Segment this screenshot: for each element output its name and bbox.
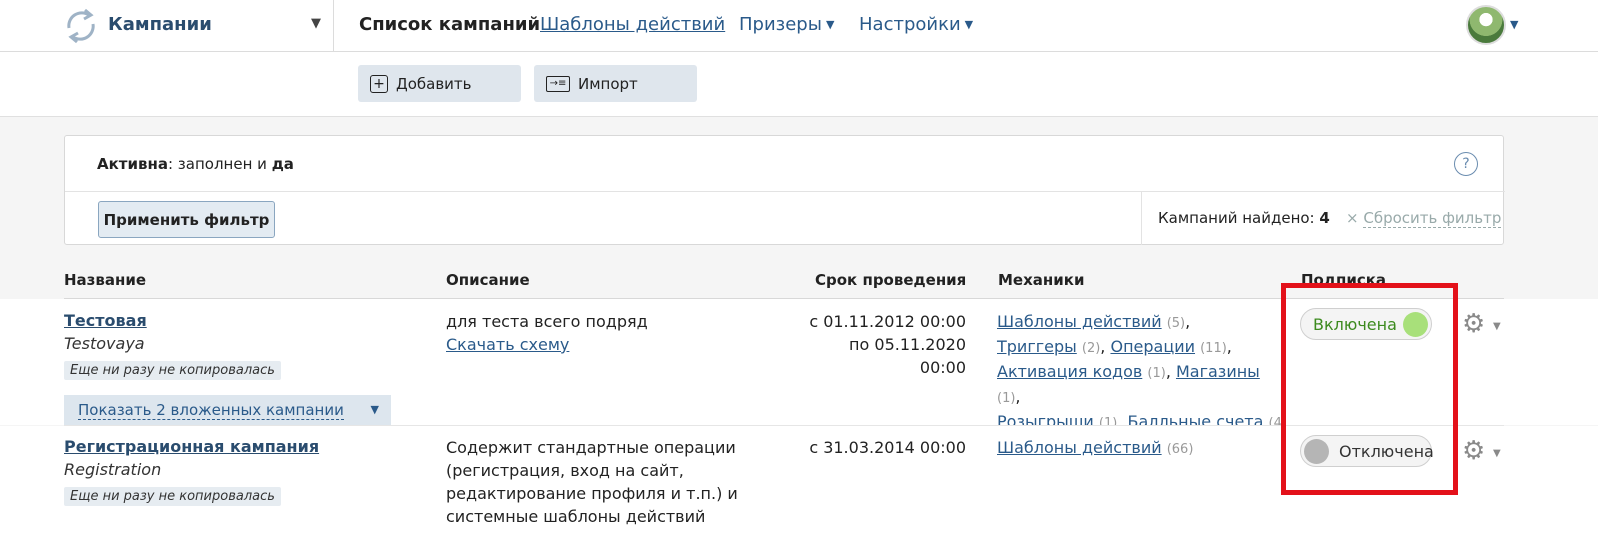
column-header-mechanics: Механики: [998, 271, 1085, 289]
filter-divider: [65, 191, 1505, 192]
campaigns-logo-icon[interactable]: [63, 6, 99, 46]
column-header-name[interactable]: Название: [64, 271, 146, 289]
nav-action-templates[interactable]: Шаблоны действий: [540, 14, 725, 35]
copy-status-badge: Еще ни разу не копировалась: [64, 487, 281, 506]
show-nested-campaigns-toggle[interactable]: Показать 2 вложенных кампании ▼: [64, 395, 391, 425]
reset-filter-label: Сбросить фильтр: [1363, 209, 1502, 228]
mechanic-count: (11): [1200, 341, 1227, 356]
mechanic-count: (66): [1166, 442, 1194, 457]
campaign-mechanics: Шаблоны действий (5), Триггеры (2), Опер…: [997, 312, 1287, 431]
mechanic-count: (1): [997, 391, 1016, 406]
nav-prizes-label: Призеры: [739, 14, 822, 35]
mechanic-count: (1): [1147, 366, 1166, 381]
app-title[interactable]: Кампании: [108, 14, 212, 35]
campaign-description: для теста всего подряд Скачать схему: [446, 310, 648, 356]
description-line: (регистрация, вход на сайт,: [446, 461, 684, 480]
help-icon[interactable]: ?: [1454, 152, 1478, 176]
period-end: по 05.11.2020: [849, 335, 966, 354]
nav-settings[interactable]: Настройки ▼: [859, 14, 973, 35]
filter-panel: Активна: заполнен и да ? Применить фильт…: [64, 135, 1505, 245]
description-line: редактирование профиля и т.п.) и: [446, 484, 738, 503]
caret-down-icon[interactable]: ▼: [1493, 448, 1501, 459]
gear-icon[interactable]: ⚙: [1462, 311, 1485, 337]
copy-status-badge: Еще ни разу не копировалась: [64, 361, 281, 380]
campaign-code: Registration: [64, 460, 162, 479]
period-end-time: 00:00: [919, 358, 966, 377]
caret-down-icon[interactable]: ▼: [1493, 321, 1501, 332]
mechanic-link[interactable]: Операции: [1110, 337, 1195, 356]
mechanic-count: (5): [1166, 316, 1186, 331]
campaigns-found: Кампаний найдено: 4: [1158, 209, 1330, 227]
highlight-annotation: [1281, 283, 1458, 495]
nav-divider: [333, 0, 334, 52]
campaign-mechanics: Шаблоны действий (66): [997, 436, 1287, 461]
description-text: для теста всего подряд: [446, 312, 648, 331]
app-switcher-caret-icon[interactable]: ▼: [311, 16, 321, 31]
campaigns-found-label: Кампаний найдено:: [1158, 209, 1320, 227]
active-filter-description[interactable]: Активна: заполнен и да: [97, 155, 294, 173]
top-navbar: Кампании ▼ Список кампаний Шаблоны дейст…: [0, 0, 1598, 52]
campaign-description: Содержит стандартные операции (регистрац…: [446, 436, 738, 528]
mechanic-link[interactable]: Триггеры: [997, 337, 1077, 356]
nav-prizes[interactable]: Призеры ▼: [739, 14, 834, 35]
column-header-period[interactable]: Срок проведения: [815, 271, 966, 289]
import-button[interactable]: →≡ Импорт: [534, 65, 697, 102]
user-menu-caret-icon[interactable]: ▼: [1510, 18, 1518, 31]
description-line: системные шаблоны действий: [446, 507, 706, 526]
campaign-name-link[interactable]: Тестовая: [64, 311, 147, 330]
mechanic-count: (2): [1081, 341, 1101, 356]
mechanic-link[interactable]: Активация кодов: [997, 362, 1142, 381]
campaign-period: с 31.03.2014 00:00: [800, 436, 966, 459]
campaign-period: с 01.11.2012 00:00 по 05.11.2020 00:00: [800, 310, 966, 379]
download-scheme-link[interactable]: Скачать схему: [446, 335, 569, 354]
description-line: Содержит стандартные операции: [446, 438, 736, 457]
mechanic-link[interactable]: Шаблоны действий: [997, 438, 1162, 457]
add-button[interactable]: + Добавить: [358, 65, 521, 102]
campaign-name-link[interactable]: Регистрационная кампания: [64, 437, 319, 456]
nav-settings-label: Настройки: [859, 14, 961, 35]
filter-field: Активна: [97, 155, 168, 173]
user-avatar[interactable]: [1466, 5, 1506, 45]
period-start: с 01.11.2012 00:00: [809, 312, 966, 331]
campaigns-found-count: 4: [1319, 209, 1330, 227]
mechanic-link[interactable]: Магазины: [1176, 362, 1260, 381]
caret-down-icon: ▼: [964, 18, 974, 31]
import-button-label: Импорт: [578, 74, 638, 93]
plus-square-icon: +: [370, 74, 388, 93]
filter-value: да: [271, 155, 294, 173]
mechanic-link[interactable]: Шаблоны действий: [997, 312, 1162, 331]
gear-icon[interactable]: ⚙: [1462, 438, 1485, 464]
filter-condition: : заполнен и: [167, 155, 272, 173]
show-nested-campaigns-label: Показать 2 вложенных кампании: [78, 400, 344, 420]
found-divider: [1141, 192, 1142, 245]
period-start: с 31.03.2014 00:00: [809, 438, 966, 457]
nav-campaign-list[interactable]: Список кампаний: [359, 14, 540, 35]
campaign-code: Testovaya: [64, 334, 145, 353]
dropdown-caret-icon: ▼: [370, 403, 379, 416]
column-header-description: Описание: [446, 271, 530, 289]
reset-filter-link[interactable]: × Сбросить фильтр: [1346, 209, 1502, 228]
import-icon: →≡: [546, 75, 570, 92]
action-toolbar: + Добавить →≡ Импорт: [0, 52, 1598, 117]
apply-filter-button[interactable]: Применить фильтр: [98, 201, 275, 238]
close-icon: ×: [1346, 209, 1364, 227]
add-button-label: Добавить: [396, 74, 472, 93]
caret-down-icon: ▼: [825, 18, 835, 31]
